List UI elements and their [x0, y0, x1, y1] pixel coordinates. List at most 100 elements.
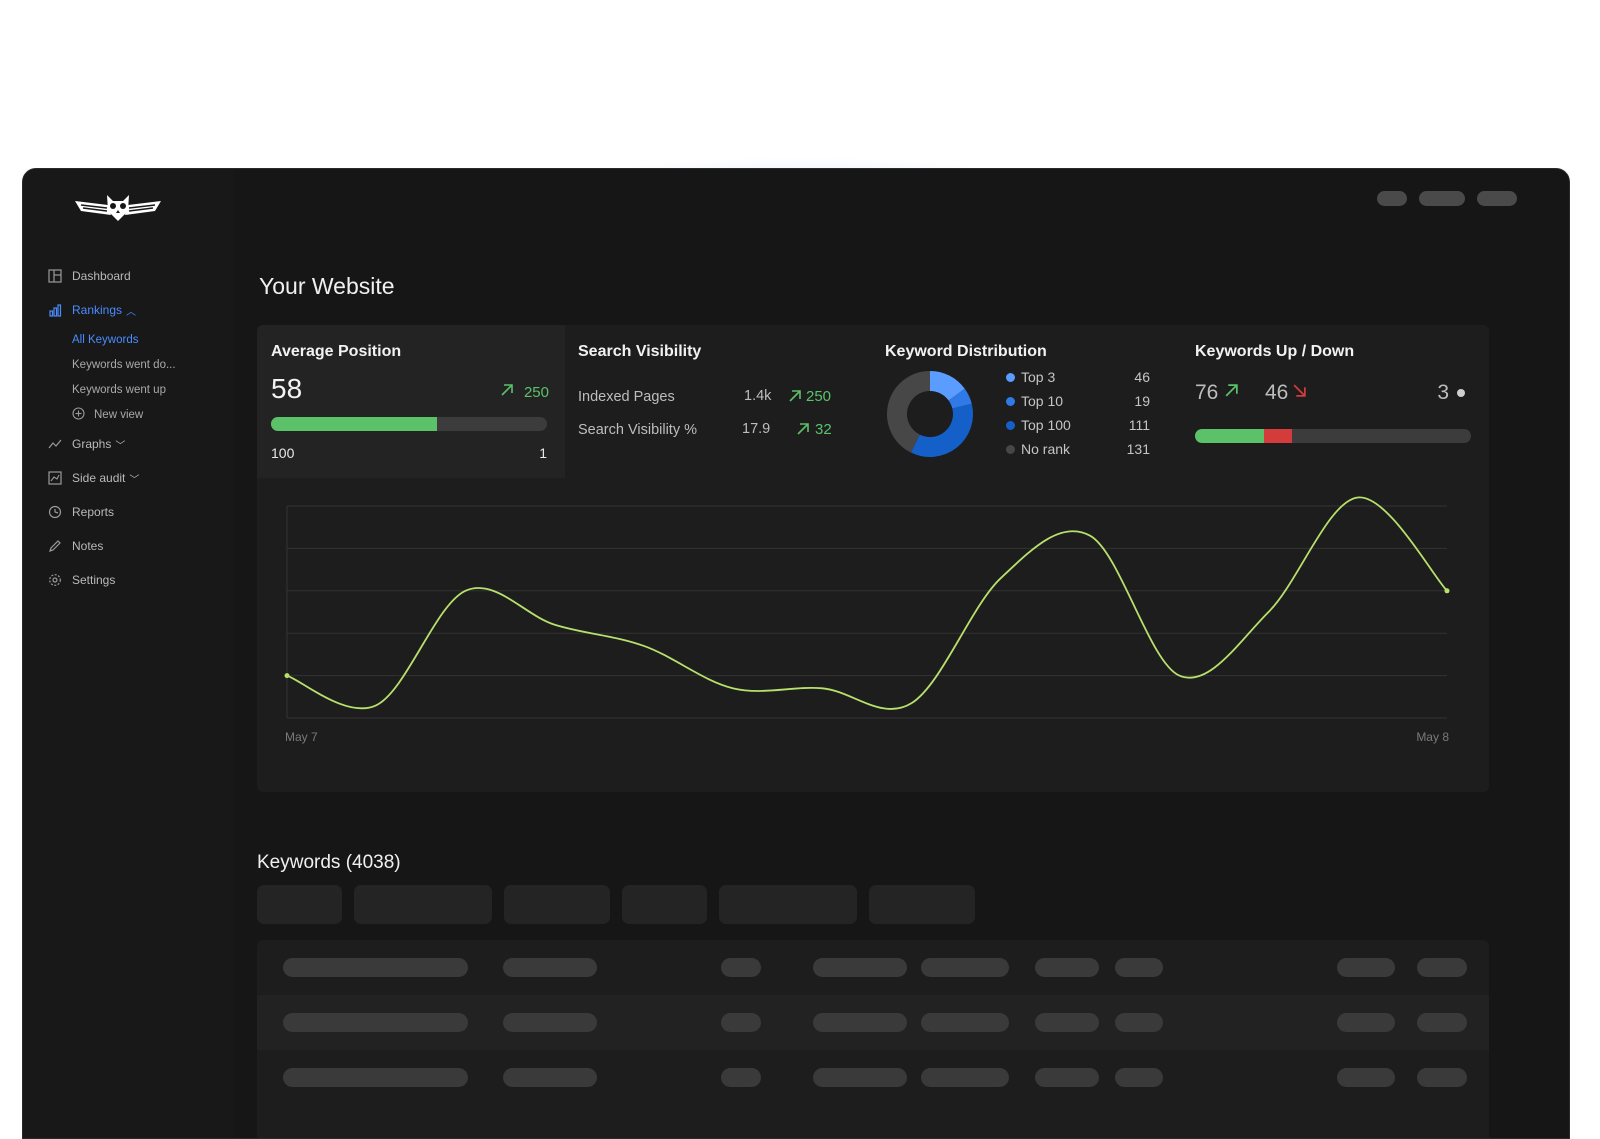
keywords-updown-bar [1195, 429, 1471, 443]
table-row[interactable] [257, 940, 1489, 995]
top-controls [1377, 191, 1517, 206]
card-title: Keywords Up / Down [1195, 343, 1355, 360]
keywords-up-fill [1195, 429, 1264, 443]
table-row[interactable] [257, 995, 1489, 1050]
cell-placeholder [1417, 1013, 1467, 1032]
cell-placeholder [503, 1013, 597, 1032]
x-tick-label-end: May 8 [1416, 730, 1449, 744]
average-position-change: 250 [500, 383, 549, 402]
arrow-up-right-icon [796, 422, 810, 441]
cell-placeholder [1035, 1013, 1099, 1032]
sidebar-subitem-all-keywords[interactable]: All Keywords [47, 327, 227, 352]
filter-placeholder[interactable] [354, 885, 492, 924]
arrow-up-right-icon [1224, 383, 1239, 403]
sidebar-subitem-new-view[interactable]: New view [47, 402, 227, 427]
keywords-down-count: 46 [1265, 381, 1307, 405]
keywords-down-fill [1264, 429, 1292, 443]
search-visibility-card: Search Visibility Indexed Pages 1.4k 250… [565, 325, 875, 478]
cell-placeholder [1115, 958, 1163, 977]
data-point [1444, 588, 1450, 594]
neutral-dot-icon [1457, 389, 1465, 397]
filter-placeholder[interactable] [257, 885, 342, 924]
chevron-up-icon: ︿ [126, 306, 137, 318]
cell-placeholder [1417, 958, 1467, 977]
donut-slice [948, 388, 972, 409]
sidebar-item-graphs[interactable]: Graphs ﹀ [47, 427, 227, 461]
top-control-placeholder[interactable] [1477, 191, 1517, 206]
donut-slice [929, 371, 965, 401]
sidebar-item-rankings[interactable]: Rankings ︿ [47, 293, 227, 327]
audit-icon [47, 470, 63, 486]
donut-slice [910, 403, 973, 457]
average-position-bar [271, 417, 547, 431]
average-position-value: 58 [271, 373, 303, 404]
legend-dot [1006, 444, 1015, 454]
trend-icon [47, 436, 63, 452]
sidebar-nav: Dashboard Rankings ︿ All Keywords Keywor… [47, 259, 227, 597]
card-title: Search Visibility [578, 343, 702, 360]
owl-logo[interactable] [73, 189, 163, 225]
page-title: Your Website [259, 273, 395, 299]
legend-dot [1006, 372, 1015, 382]
dashboard-icon [47, 268, 63, 284]
plus-circle-icon [72, 406, 85, 423]
line-chart-svg: May 7 May 8 [284, 496, 1450, 744]
arrow-down-right-icon [1292, 383, 1307, 403]
legend-item: Top 3 46 [1006, 369, 1150, 385]
cell-placeholder [813, 1013, 907, 1032]
legend-item: Top 100 111 [1006, 417, 1150, 433]
card-title: Keyword Distribution [885, 343, 1047, 360]
table-row[interactable] [257, 1050, 1489, 1105]
chevron-down-icon: ﹀ [129, 474, 140, 486]
sidebar-subitem-keywords-went-down[interactable]: Keywords went do... [47, 352, 227, 377]
filter-placeholder[interactable] [869, 885, 975, 924]
cell-placeholder [1337, 1068, 1395, 1087]
cell-placeholder [721, 1068, 761, 1087]
reports-icon [47, 504, 63, 520]
cell-placeholder [1115, 1013, 1163, 1032]
cell-placeholder [1337, 1013, 1395, 1032]
keywords-neutral-count: 3 [1437, 381, 1465, 405]
cell-placeholder [283, 1068, 468, 1087]
sidebar-item-label: Reports [72, 505, 115, 519]
cell-placeholder [503, 1068, 597, 1087]
filter-placeholder[interactable] [719, 885, 857, 924]
filter-placeholder[interactable] [622, 885, 707, 924]
data-point [284, 673, 290, 679]
cell-placeholder [813, 1068, 907, 1087]
cell-placeholder [503, 958, 597, 977]
cell-placeholder [813, 958, 907, 977]
legend-item: Top 10 19 [1006, 393, 1150, 409]
sidebar-item-label: Dashboard [72, 269, 131, 283]
legend-item: No rank 131 [1006, 441, 1150, 457]
bar-max-label: 1 [539, 445, 547, 461]
cell-placeholder [283, 958, 468, 977]
cell-placeholder [721, 958, 761, 977]
sidebar-item-dashboard[interactable]: Dashboard [47, 259, 227, 293]
cell-placeholder [1337, 958, 1395, 977]
pencil-icon [47, 538, 63, 554]
average-position-bar-fill [271, 417, 437, 431]
keyword-filters [257, 885, 975, 924]
visibility-row: Indexed Pages 1.4k 250 [578, 388, 838, 406]
sidebar: Dashboard Rankings ︿ All Keywords Keywor… [23, 169, 233, 1138]
cell-placeholder [1417, 1068, 1467, 1087]
donut-slice [887, 371, 931, 453]
keywords-updown-card: Keywords Up / Down 76 46 3 [1181, 325, 1489, 478]
cell-placeholder [721, 1013, 761, 1032]
cell-placeholder [921, 958, 1009, 977]
sidebar-subitem-keywords-went-up[interactable]: Keywords went up [47, 377, 227, 402]
sidebar-item-reports[interactable]: Reports [47, 495, 227, 529]
cell-placeholder [1115, 1068, 1163, 1087]
keyword-distribution-donut [887, 371, 973, 457]
keyword-distribution-card: Keyword Distribution Top 3 46 Top 10 19 … [875, 325, 1181, 478]
sidebar-item-settings[interactable]: Settings [47, 563, 227, 597]
sidebar-item-notes[interactable]: Notes [47, 529, 227, 563]
top-control-placeholder[interactable] [1419, 191, 1465, 206]
sidebar-item-label: Side audit [72, 471, 126, 485]
filter-placeholder[interactable] [504, 885, 610, 924]
top-control-placeholder[interactable] [1377, 191, 1407, 206]
arrow-up-right-icon [788, 389, 802, 408]
bar-chart-icon [47, 302, 63, 318]
sidebar-item-side-audit[interactable]: Side audit ﹀ [47, 461, 227, 495]
